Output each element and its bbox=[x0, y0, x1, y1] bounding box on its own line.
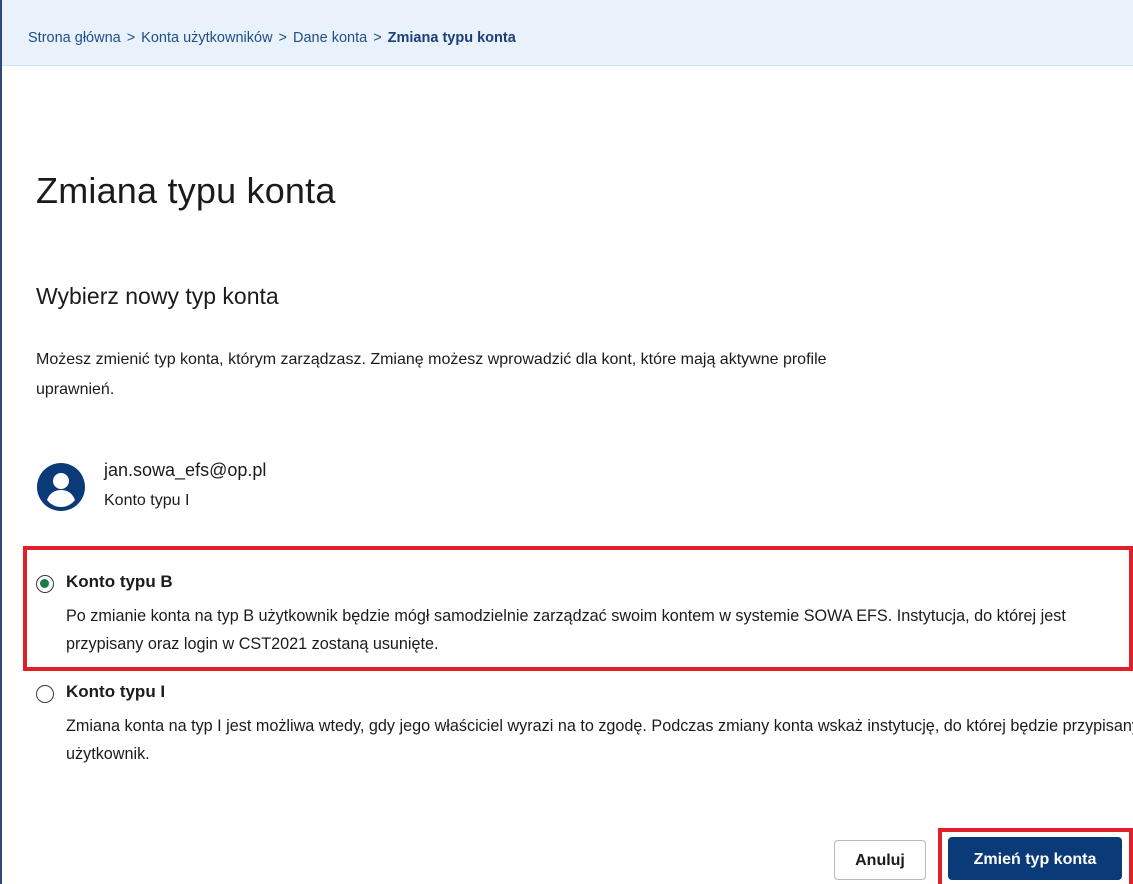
section-title: Wybierz nowy typ konta bbox=[36, 283, 279, 309]
breadcrumb-item-account-data[interactable]: Dane konta bbox=[293, 30, 367, 46]
breadcrumb-item-home[interactable]: Strona główna bbox=[28, 30, 121, 46]
radio-account-type-i[interactable] bbox=[36, 685, 54, 703]
option-description: Zmiana konta na typ I jest możliwa wtedy… bbox=[66, 717, 1133, 763]
change-account-type-button[interactable]: Zmień typ konta bbox=[948, 837, 1122, 880]
option-label[interactable]: Konto typu B bbox=[66, 572, 173, 592]
breadcrumb-separator: > bbox=[278, 30, 288, 46]
left-border bbox=[0, 0, 2, 884]
page-title: Zmiana typu konta bbox=[36, 170, 336, 211]
user-account-type: Konto typu I bbox=[104, 492, 190, 509]
breadcrumb-bar: Strona główna > Konta użytkowników > Dane ko… bbox=[2, 0, 1133, 66]
breadcrumb-current: Zmiana typu konta bbox=[387, 30, 516, 46]
breadcrumb-item-user-accounts[interactable]: Konta użytkowników bbox=[141, 30, 272, 46]
breadcrumb-separator: > bbox=[126, 30, 136, 46]
cancel-button[interactable]: Anuluj bbox=[834, 840, 926, 880]
user-circle-icon bbox=[37, 463, 85, 511]
option-label[interactable]: Konto typu I bbox=[66, 682, 165, 702]
breadcrumb: Strona główna > Konta użytkowników > Dane ko… bbox=[28, 30, 516, 46]
option-description: Po zmianie konta na typ B użytkownik będ… bbox=[66, 607, 1066, 653]
page-description: Możesz zmienić typ konta, którym zarządz… bbox=[36, 351, 827, 398]
user-email: jan.sowa_efs@op.pl bbox=[104, 460, 267, 480]
radio-account-type-b[interactable] bbox=[36, 575, 54, 593]
breadcrumb-separator: > bbox=[373, 30, 382, 46]
